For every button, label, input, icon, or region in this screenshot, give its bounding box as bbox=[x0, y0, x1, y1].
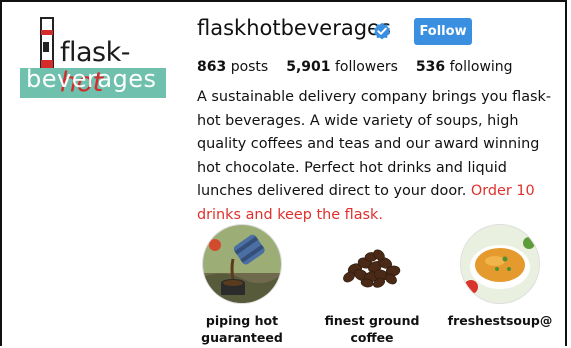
stat-posts[interactable]: 863 posts bbox=[197, 59, 268, 75]
stat-followers[interactable]: 5,901 followers bbox=[286, 59, 398, 75]
profile-bio: A sustainable delivery company brings yo… bbox=[197, 86, 567, 227]
posts-count: 863 bbox=[197, 59, 227, 75]
story-highlights: piping hot guaranteed finest ground coff… bbox=[182, 224, 562, 348]
coffee-beans-image bbox=[333, 225, 411, 303]
highlight-piping-hot[interactable]: piping hot guaranteed bbox=[182, 224, 302, 346]
highlight-cover[interactable] bbox=[460, 224, 540, 304]
profile-username: flaskhotbeverages bbox=[197, 16, 391, 40]
highlight-finest-coffee[interactable]: finest ground coffee bbox=[312, 224, 432, 346]
profile-frame: flask-hot beverages flaskhotbeverages Fo… bbox=[0, 0, 567, 346]
following-label: following bbox=[449, 59, 513, 75]
highlight-label: finest ground coffee bbox=[324, 313, 420, 345]
followers-label: followers bbox=[334, 59, 398, 75]
followers-count: 5,901 bbox=[286, 59, 331, 75]
highlight-cover[interactable] bbox=[332, 224, 412, 304]
highlight-label: freshestsoup@ bbox=[447, 313, 553, 328]
highlight-freshest-soup[interactable]: freshestsoup@ bbox=[440, 224, 560, 329]
profile-stats: 863 posts 5,901 followers 536 following bbox=[197, 59, 513, 75]
follow-button[interactable]: Follow bbox=[414, 18, 472, 45]
verified-badge-icon bbox=[374, 22, 390, 40]
logo-word-beverages: beverages bbox=[26, 65, 157, 93]
stat-following[interactable]: 536 following bbox=[416, 59, 513, 75]
posts-label: posts bbox=[230, 59, 269, 75]
flask-pour-image bbox=[203, 225, 281, 303]
following-count: 536 bbox=[415, 59, 446, 75]
soup-bowl-image bbox=[461, 225, 539, 303]
highlight-cover[interactable] bbox=[202, 224, 282, 304]
highlight-label: piping hot guaranteed bbox=[201, 313, 283, 345]
brand-logo[interactable]: flask-hot beverages bbox=[20, 16, 168, 98]
